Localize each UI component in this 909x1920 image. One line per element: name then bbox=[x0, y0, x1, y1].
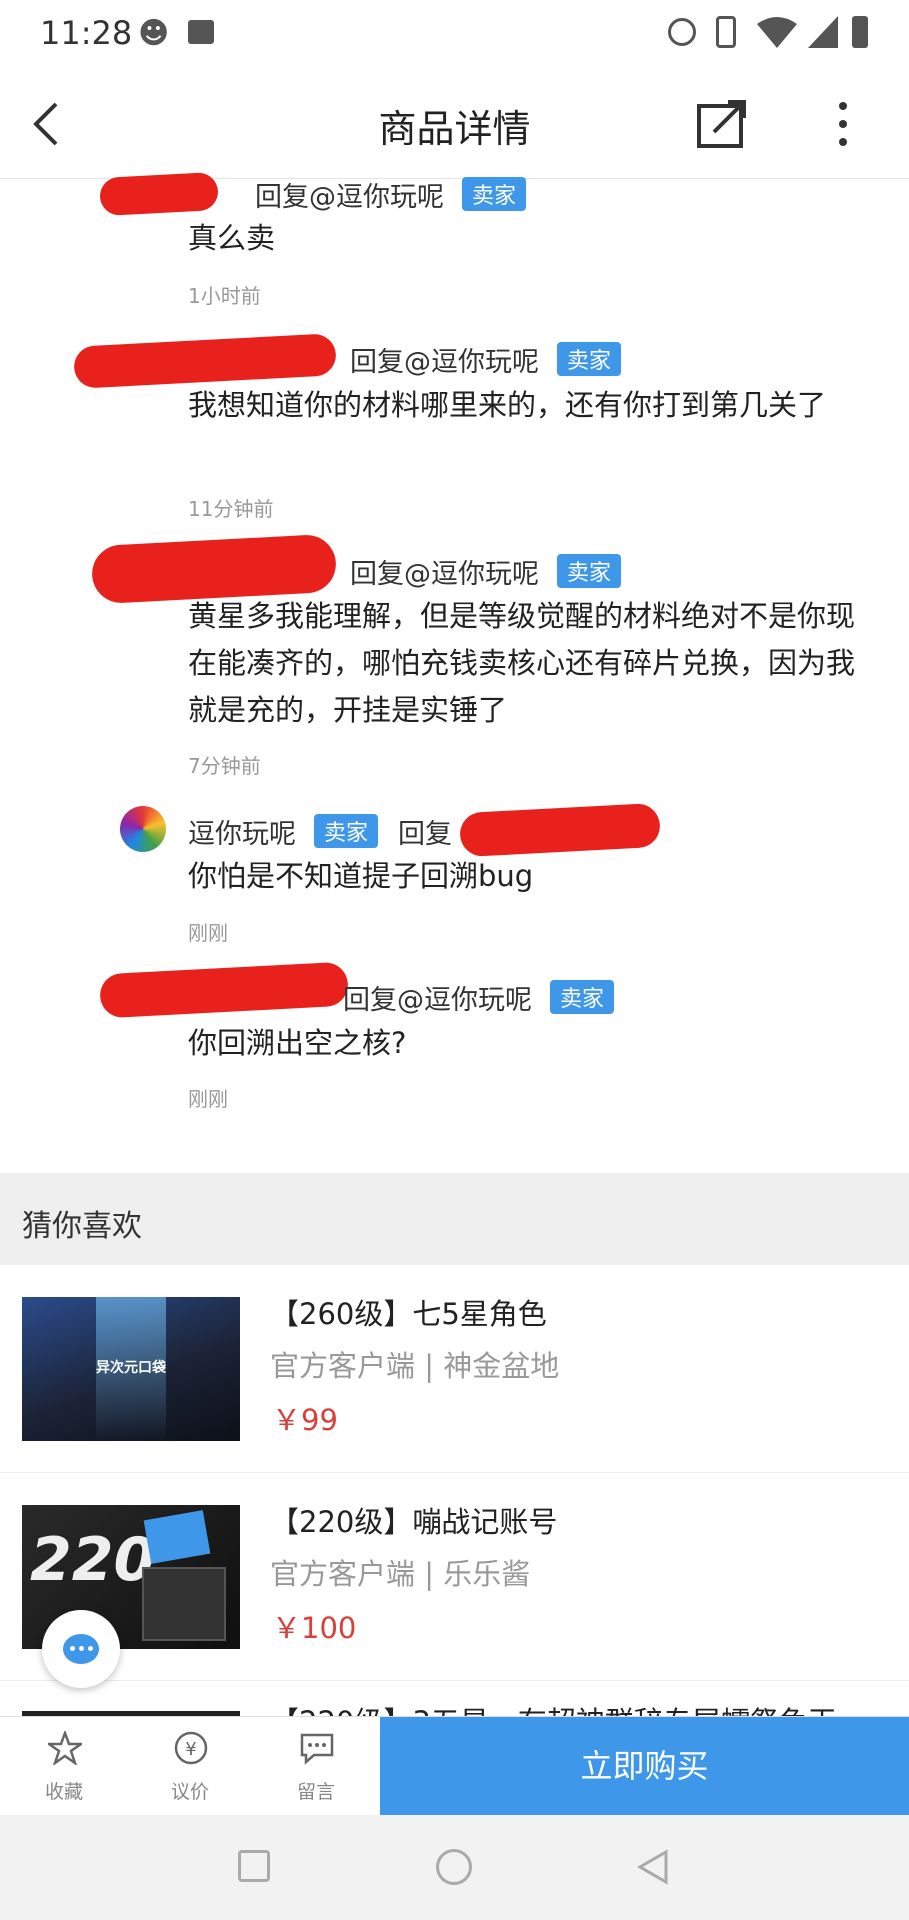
bargain-label: 议价 bbox=[170, 1781, 209, 1803]
status-time: 11:28 bbox=[40, 14, 133, 52]
vibrate-icon bbox=[716, 16, 736, 48]
svg-text:¥: ¥ bbox=[185, 1739, 196, 1760]
comment-reply-header: 回复@逗你玩呢 卖家 bbox=[343, 978, 615, 1017]
thumbnail-panel bbox=[142, 1567, 226, 1641]
comment-text: 你怕是不知道提子回溯bug bbox=[188, 859, 534, 893]
chat-bubble-icon bbox=[63, 1634, 99, 1664]
back-nav-icon[interactable] bbox=[636, 1849, 670, 1885]
message-button[interactable]: 留言 bbox=[266, 1717, 366, 1815]
recents-icon[interactable] bbox=[238, 1850, 270, 1882]
top-nav-bar: 商品详情 bbox=[0, 70, 909, 179]
product-price: ￥100 bbox=[272, 1611, 357, 1645]
star-icon bbox=[48, 1731, 82, 1765]
redacted-username bbox=[73, 333, 337, 389]
comment-time: 7分钟前 bbox=[188, 754, 261, 778]
favorite-label: 收藏 bbox=[44, 1781, 83, 1803]
yen-icon: ¥ bbox=[174, 1731, 208, 1765]
share-icon[interactable] bbox=[696, 100, 748, 148]
signal-icon bbox=[808, 16, 838, 48]
system-nav-bar bbox=[0, 1815, 909, 1920]
page-title: 商品详情 bbox=[378, 107, 531, 151]
comment-time: 刚刚 bbox=[188, 921, 228, 945]
product-title: 【220级】3五星，有超神群辞专属蠕祭免玉 bbox=[270, 1699, 837, 1716]
product-thumbnail: 异次元口袋 bbox=[22, 1297, 240, 1441]
comment-text: 你回溯出空之核? bbox=[188, 1026, 407, 1060]
more-icon[interactable] bbox=[836, 100, 850, 148]
thumbnail-caption: 220 bbox=[30, 1525, 156, 1595]
thumbnail-badge bbox=[143, 1510, 211, 1564]
comment-reply-header: 回复@逗你玩呢 卖家 bbox=[350, 552, 622, 591]
seller-badge: 卖家 bbox=[314, 814, 379, 848]
seller-badge: 卖家 bbox=[462, 177, 527, 211]
reply-target[interactable]: 回复@逗你玩呢 bbox=[343, 985, 532, 1016]
bottom-action-bar: 收藏 ¥ 议价 留言 立即购买 bbox=[0, 1716, 909, 1815]
comment-text: 真么卖 bbox=[188, 221, 276, 255]
redacted-username bbox=[99, 171, 219, 217]
seller-badge: 卖家 bbox=[557, 342, 622, 376]
product-price: ￥99 bbox=[272, 1403, 338, 1437]
product-subtitle: 官方客户端 | 神金盆地 bbox=[270, 1349, 560, 1383]
reply-target[interactable]: 回复@逗你玩呢 bbox=[255, 182, 444, 213]
product-subtitle: 官方客户端 | 乐乐酱 bbox=[270, 1557, 531, 1591]
comment-time: 11分钟前 bbox=[188, 497, 274, 521]
avatar[interactable] bbox=[120, 806, 166, 852]
wifi-icon bbox=[757, 17, 797, 48]
chat-fab[interactable] bbox=[42, 1610, 120, 1688]
comment-time: 1小时前 bbox=[188, 284, 261, 308]
product-card[interactable]: 【220级】3五星，有超神群辞专属蠕祭免玉 bbox=[0, 1681, 909, 1716]
comment-text: 黄星多我能理解，但是等级觉醒的材料绝对不是你现在能凑齐的，哪怕充钱卖核心还有碎片… bbox=[188, 599, 856, 727]
reply-target[interactable]: 回复@逗你玩呢 bbox=[350, 559, 539, 590]
buy-now-button[interactable]: 立即购买 bbox=[380, 1717, 909, 1815]
image-notification-icon bbox=[188, 20, 214, 44]
home-icon[interactable] bbox=[436, 1849, 472, 1885]
message-label: 留言 bbox=[296, 1781, 335, 1803]
battery-icon bbox=[852, 16, 868, 48]
comment-author-header: 逗你玩呢 卖家 回复 bbox=[188, 812, 452, 851]
seller-badge: 卖家 bbox=[557, 554, 622, 588]
redacted-username bbox=[99, 961, 349, 1019]
comment-reply-header: 回复@逗你玩呢 卖家 bbox=[255, 175, 527, 214]
alarm-icon bbox=[668, 18, 696, 46]
bargain-button[interactable]: ¥ 议价 bbox=[140, 1717, 240, 1815]
comment-time: 刚刚 bbox=[188, 1087, 228, 1111]
recommend-title: 猜你喜欢 bbox=[22, 1209, 142, 1244]
favorite-button[interactable]: 收藏 bbox=[14, 1717, 114, 1815]
redacted-username bbox=[458, 802, 662, 858]
comment-text: 我想知道你的材料哪里来的，还有你打到第几关了 bbox=[188, 388, 827, 422]
product-title: 【260级】七5星角色 bbox=[270, 1297, 547, 1331]
author-name[interactable]: 逗你玩呢 bbox=[188, 819, 296, 850]
product-card[interactable]: 异次元口袋 【260级】七5星角色 官方客户端 | 神金盆地 ￥99 bbox=[0, 1265, 909, 1472]
comment-icon bbox=[300, 1733, 334, 1765]
recommend-header: 猜你喜欢 bbox=[0, 1173, 909, 1265]
reply-prefix: 回复 bbox=[398, 819, 453, 850]
reply-target[interactable]: 回复@逗你玩呢 bbox=[350, 347, 539, 378]
thumbnail-caption: 异次元口袋 bbox=[96, 1360, 166, 1376]
comment-reply-header: 回复@逗你玩呢 卖家 bbox=[350, 340, 622, 379]
product-title: 【220级】嘣战记账号 bbox=[270, 1505, 558, 1539]
product-card[interactable]: 220 【220级】嘣战记账号 官方客户端 | 乐乐酱 ￥100 bbox=[0, 1473, 909, 1680]
app-notification-icon: ☻ bbox=[138, 16, 170, 51]
status-bar: 11:28 ☻ bbox=[0, 0, 909, 70]
seller-badge: 卖家 bbox=[550, 980, 615, 1014]
